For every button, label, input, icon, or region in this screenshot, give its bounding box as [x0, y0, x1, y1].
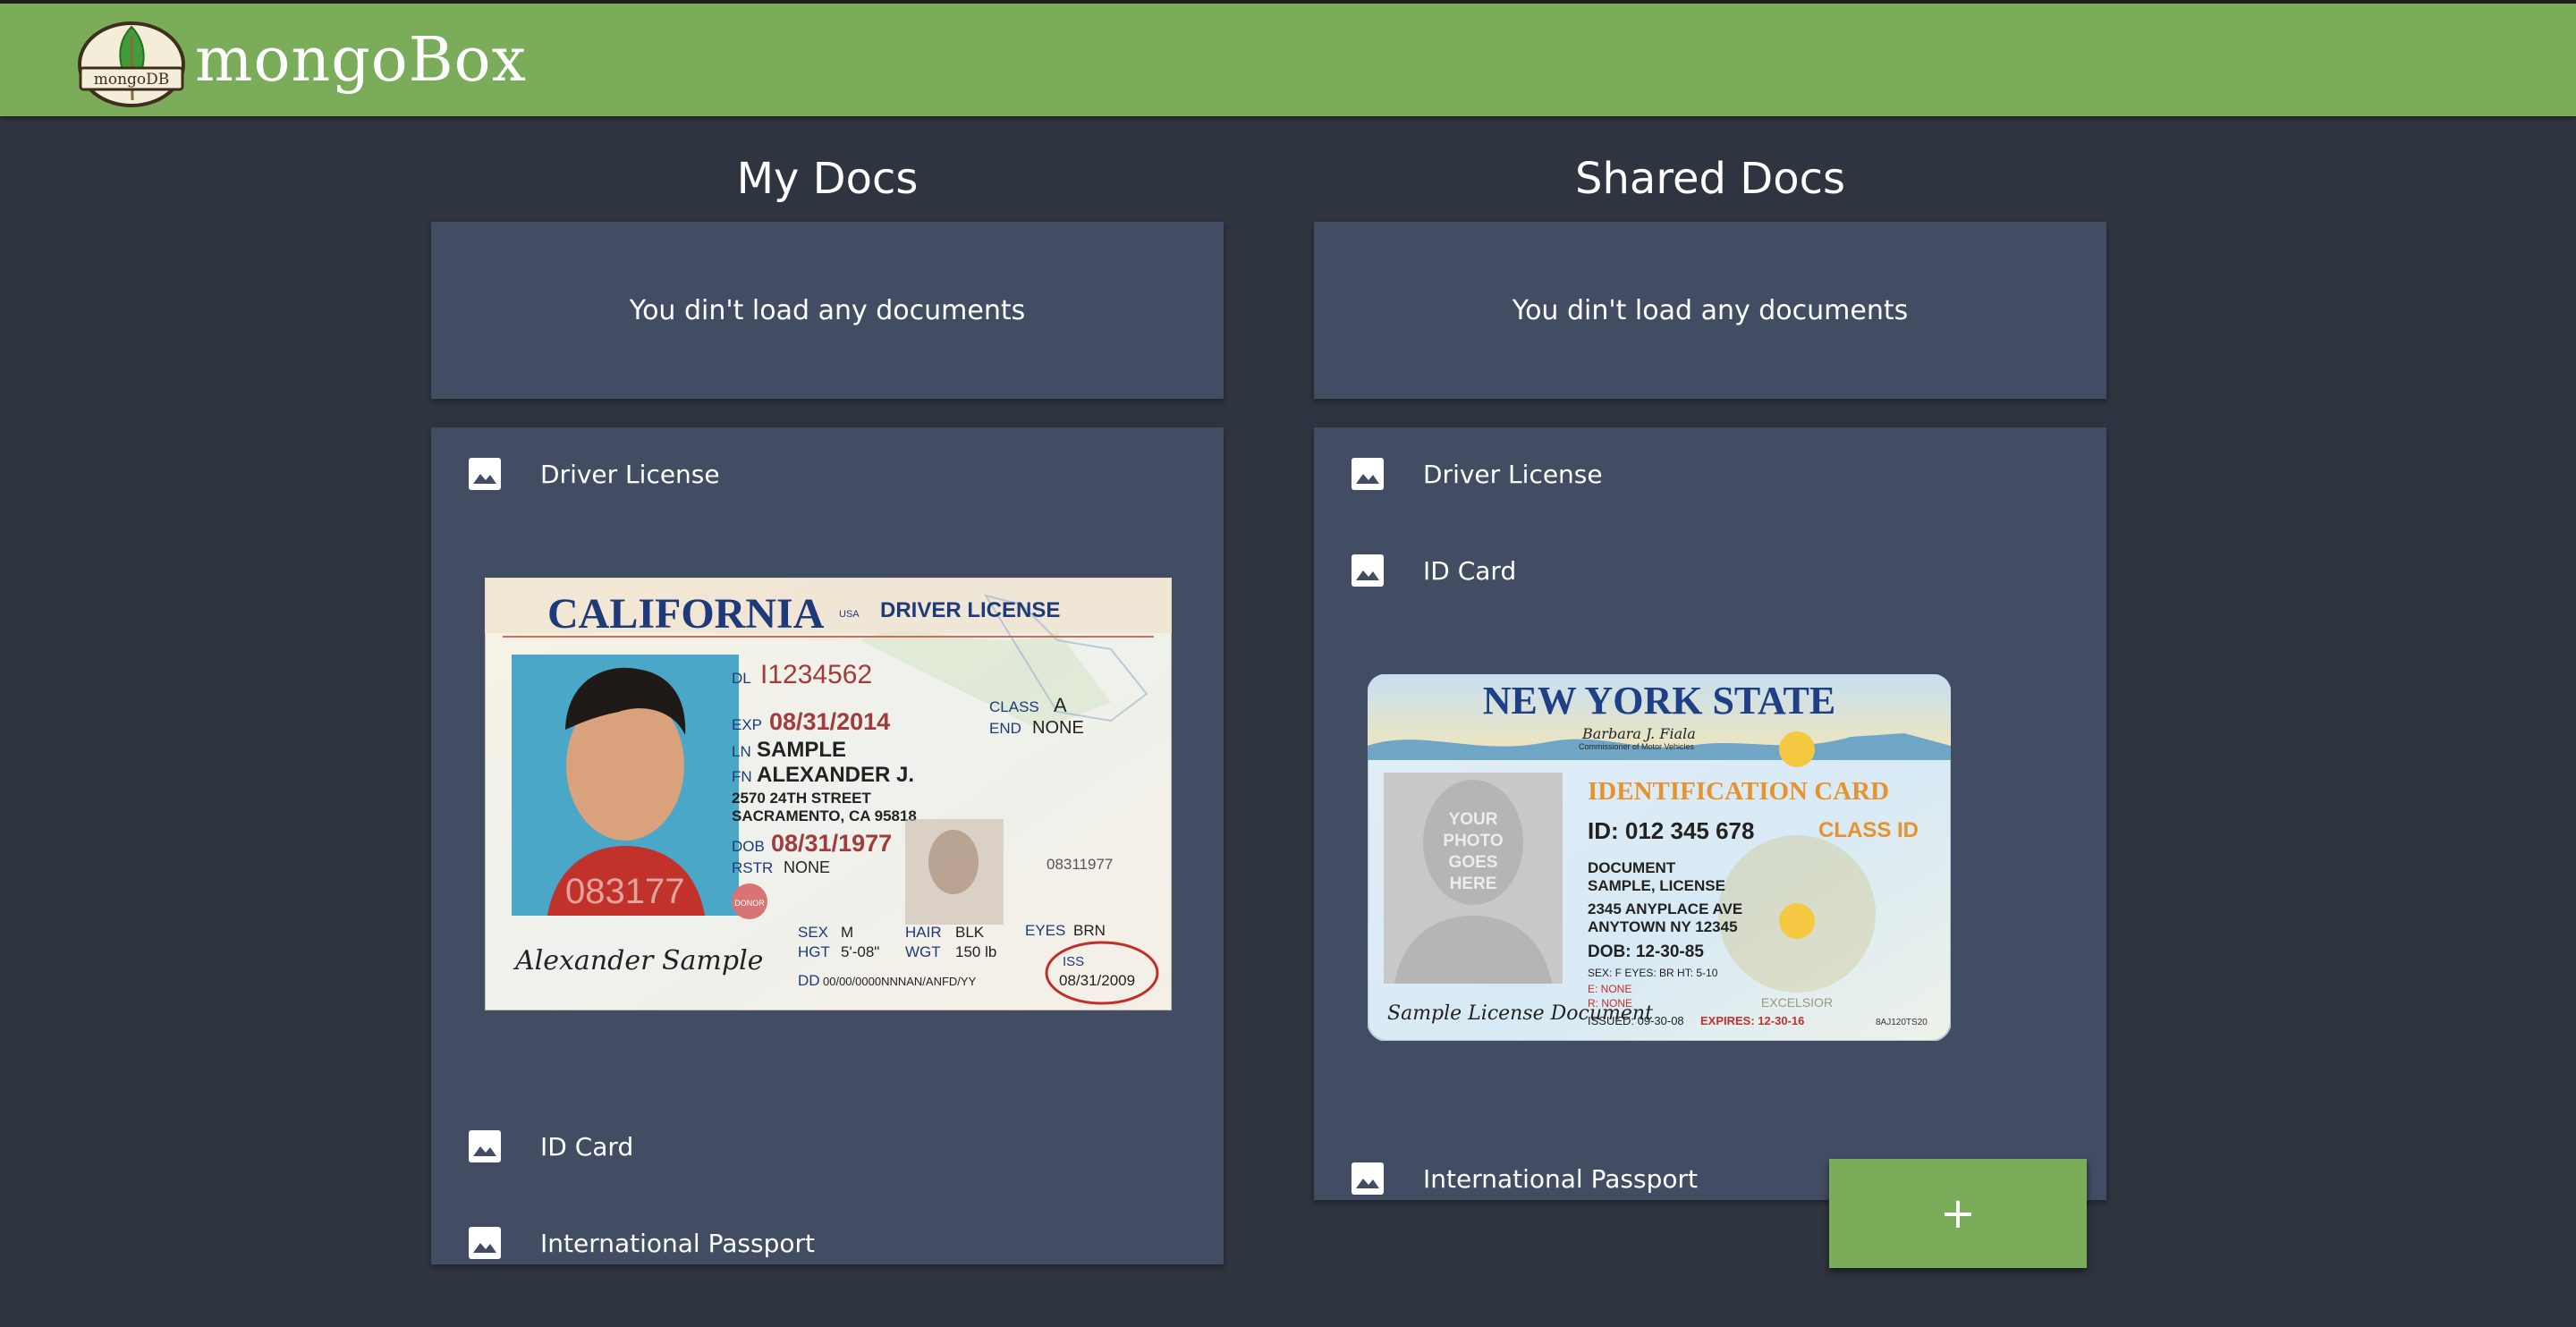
- state-suffix: USA: [839, 609, 860, 620]
- exp-date: 08/31/2014: [769, 708, 890, 735]
- image-icon: [469, 1227, 501, 1259]
- wgt-value: 150 lb: [955, 943, 996, 960]
- image-icon: [1352, 458, 1384, 490]
- image-icon: [469, 1130, 501, 1162]
- dl-number: I1234562: [760, 660, 872, 689]
- end-value: NONE: [1032, 718, 1084, 738]
- photo-text-2: PHOTO: [1443, 832, 1503, 850]
- empty-message: You din't load any documents: [1512, 294, 1909, 326]
- logo-text: mongoDB: [94, 71, 170, 89]
- dd-label: DD: [798, 972, 820, 989]
- signature: Alexander Sample: [513, 945, 763, 976]
- shared-docs-title: Shared Docs: [1575, 154, 1845, 204]
- state-name: NEW YORK STATE: [1483, 679, 1835, 723]
- list-item-international-passport[interactable]: International Passport: [467, 1216, 815, 1270]
- image-icon: [1352, 554, 1384, 587]
- list-item-id-card[interactable]: ID Card: [467, 1120, 633, 1173]
- class-label: CLASS: [989, 698, 1039, 715]
- commissioner-title: Commissioner of Motor Vehicles: [1579, 742, 1695, 751]
- photo-text-4: HERE: [1450, 875, 1497, 893]
- id-number: ID: 012 345 678: [1588, 817, 1754, 844]
- list-item-driver-license[interactable]: Driver License: [1350, 447, 1603, 501]
- address-line-2: ANYTOWN NY 12345: [1588, 918, 1738, 935]
- address-line-1: 2570 24TH STREET: [732, 790, 872, 807]
- donor-badge: DONOR: [734, 899, 765, 908]
- ghost-number: 083177: [565, 872, 684, 911]
- fn-label: FN: [732, 768, 752, 785]
- address-line-1: 2345 ANYPLACE AVE: [1588, 900, 1742, 917]
- app-header: mongoDB mongoBox: [0, 0, 2576, 116]
- item-label: International Passport: [540, 1228, 815, 1258]
- list-item-driver-license[interactable]: Driver License: [467, 447, 720, 501]
- iss-label: ISS: [1063, 954, 1084, 969]
- list-item-international-passport[interactable]: International Passport: [1350, 1152, 1698, 1205]
- item-label: Driver License: [1423, 459, 1603, 489]
- dob-value: 08/31/1977: [771, 830, 892, 857]
- eyes-value: BRN: [1073, 922, 1106, 939]
- class-id: CLASS ID: [1818, 818, 1919, 842]
- hgt-label: HGT: [798, 943, 830, 960]
- add-document-button[interactable]: +: [1829, 1159, 2087, 1268]
- card-type: IDENTIFICATION CARD: [1588, 777, 1889, 806]
- item-label: ID Card: [540, 1131, 634, 1162]
- iss-value: 08/31/2009: [1059, 972, 1135, 989]
- exp-label: EXP: [732, 716, 762, 733]
- item-label: International Passport: [1423, 1163, 1698, 1194]
- shared-docs-list: Driver License ID Card NEW YORK STATE Ba…: [1314, 427, 2106, 1200]
- my-docs-empty-card: You din't load any documents: [431, 222, 1224, 399]
- expires-date: EXPIRES: 12-30-16: [1700, 1014, 1804, 1027]
- my-docs-title: My Docs: [736, 154, 919, 204]
- hgt-value: 5'-08": [841, 943, 879, 960]
- endorsements: E: NONE: [1588, 983, 1631, 995]
- photo-text-3: GOES: [1449, 853, 1498, 872]
- seal-motto: EXCELSIOR: [1761, 995, 1833, 1010]
- sex-eyes-height: SEX: F EYES: BR HT: 5-10: [1588, 967, 1718, 979]
- empty-message: You din't load any documents: [629, 294, 1026, 326]
- brand-title: mongoBox: [195, 25, 527, 96]
- last-name: SAMPLE: [757, 738, 846, 762]
- id-card-preview[interactable]: NEW YORK STATE Barbara J. Fiala Commissi…: [1368, 674, 1951, 1041]
- side-number: 08311977: [1046, 856, 1113, 873]
- card-code: 8AJ120TS20: [1876, 1018, 1928, 1027]
- first-name: ALEXANDER J.: [757, 763, 914, 787]
- hair-value: BLK: [955, 924, 985, 941]
- hair-label: HAIR: [905, 924, 942, 941]
- wgt-label: WGT: [905, 943, 941, 960]
- dl-label: DL: [732, 670, 751, 687]
- end-label: END: [989, 720, 1021, 737]
- sex-value: M: [841, 924, 853, 941]
- dob: DOB: 12-30-85: [1588, 942, 1704, 961]
- photo-text-1: YOUR: [1449, 810, 1498, 829]
- my-docs-list: Driver License CALIFORNIA USA DRIVER LIC…: [431, 427, 1224, 1264]
- eyes-label: EYES: [1025, 922, 1065, 939]
- sex-label: SEX: [798, 924, 828, 941]
- list-item-id-card[interactable]: ID Card: [1350, 544, 1516, 597]
- commissioner-signature: Barbara J. Fiala: [1581, 725, 1696, 742]
- name-line-1: DOCUMENT: [1588, 859, 1676, 876]
- mongodb-logo-icon[interactable]: mongoDB: [75, 18, 188, 107]
- image-icon: [1352, 1162, 1384, 1195]
- rstr-label: RSTR: [732, 859, 773, 876]
- item-label: ID Card: [1423, 555, 1517, 586]
- dd-value: 00/00/0000NNNAN/ANFD/YY: [823, 975, 977, 988]
- name-line-2: SAMPLE, LICENSE: [1588, 877, 1725, 894]
- image-icon: [469, 458, 501, 490]
- address-line-2: SACRAMENTO, CA 95818: [732, 807, 917, 824]
- class-value: A: [1054, 694, 1067, 716]
- issued-date: ISSUED: 09-30-08: [1588, 1014, 1684, 1027]
- ln-label: LN: [732, 743, 751, 760]
- rstr-value: NONE: [784, 858, 830, 876]
- dob-label: DOB: [732, 838, 765, 855]
- shared-docs-empty-card: You din't load any documents: [1314, 222, 2106, 399]
- driver-license-preview[interactable]: CALIFORNIA USA DRIVER LICENSE 083177 DL …: [485, 578, 1172, 1010]
- state-name: CALIFORNIA: [547, 590, 825, 638]
- restrictions: R: NONE: [1588, 997, 1632, 1010]
- card-type: DRIVER LICENSE: [880, 598, 1060, 622]
- item-label: Driver License: [540, 459, 720, 489]
